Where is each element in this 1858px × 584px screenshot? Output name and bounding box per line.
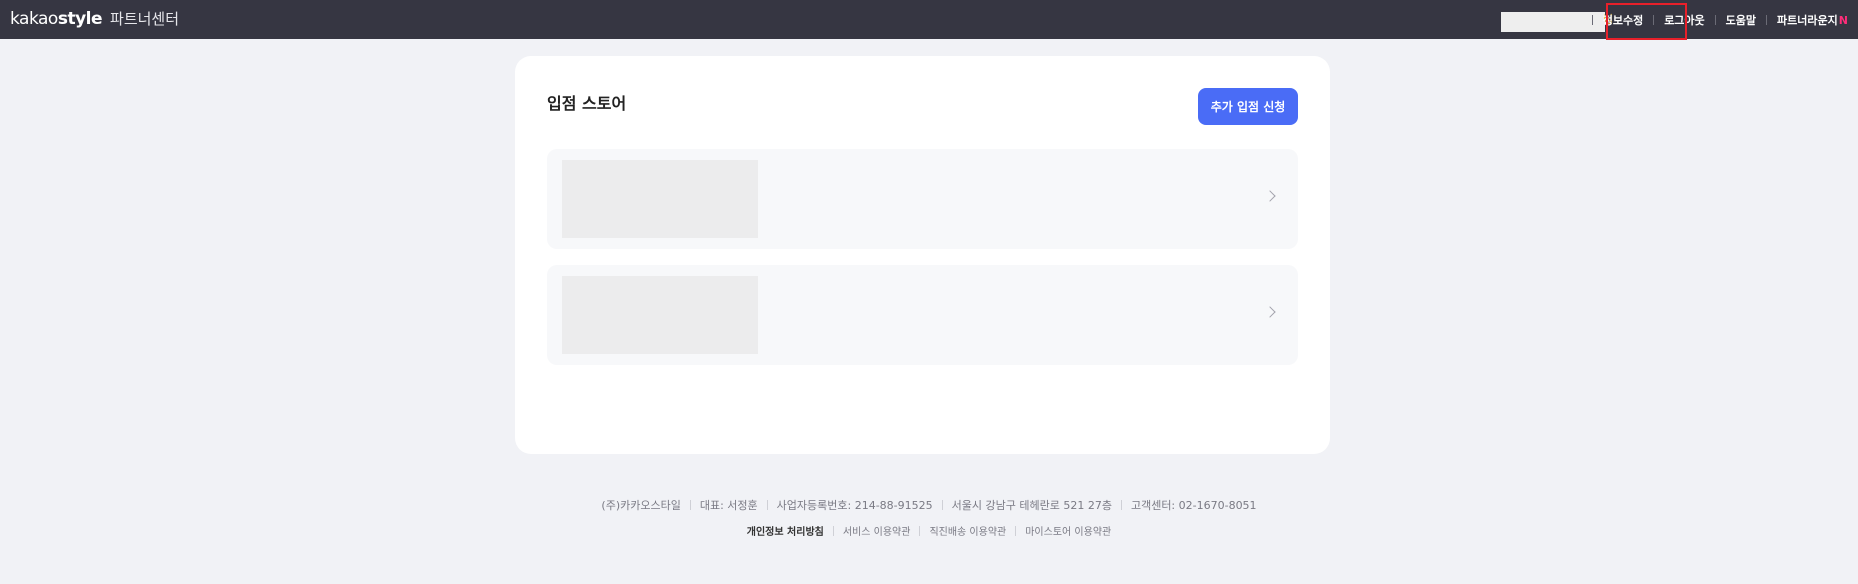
logo-style-text: style — [57, 9, 103, 29]
logo-kakao-text: kakao — [10, 9, 58, 29]
nav-divider — [1766, 14, 1768, 25]
footer-divider — [1015, 525, 1017, 536]
footer-policy-links: 개인정보 처리방침 서비스 이용약관 직진배송 이용약관 마이스토어 이용약관 — [0, 523, 1858, 538]
additional-store-apply-button[interactable]: 추가 입점 신청 — [1198, 88, 1298, 125]
company-name: (주)카카오스타일 — [601, 499, 681, 512]
partner-lounge-label: 파트너라운지 — [1777, 13, 1838, 27]
company-address: 서울시 강남구 테헤란로 521 27층 — [951, 499, 1112, 512]
kakaostyle-partner-center-logo[interactable]: kakao style 파트너센터 — [10, 8, 179, 29]
new-badge: N — [1838, 13, 1848, 27]
customer-center: 고객센터: 02-1670-8051 — [1130, 499, 1257, 512]
nav-divider — [1714, 14, 1716, 25]
edit-info-highlight-box — [1606, 3, 1687, 40]
mystore-terms-link[interactable]: 마이스토어 이용약관 — [1025, 523, 1111, 538]
footer-divider — [941, 500, 943, 510]
store-list-item[interactable] — [547, 149, 1298, 249]
nav-divider — [1591, 14, 1593, 25]
partner-lounge-link[interactable]: 파트너라운지N — [1777, 12, 1848, 28]
ceo-name: 대표: 서정훈 — [699, 499, 758, 512]
privacy-policy-link[interactable]: 개인정보 처리방침 — [747, 523, 824, 538]
company-info: (주)카카오스타일 대표: 서정훈 사업자등록번호: 214-88-91525 … — [0, 497, 1858, 513]
business-number: 사업자등록번호: 214-88-91525 — [776, 499, 933, 512]
footer-divider — [919, 525, 921, 536]
logo-subtitle: 파트너센터 — [110, 10, 180, 28]
store-thumbnail — [562, 276, 758, 354]
footer-divider — [832, 525, 834, 536]
footer-divider — [689, 500, 691, 510]
service-terms-link[interactable]: 서비스 이용약관 — [843, 523, 911, 538]
footer-divider — [1120, 500, 1122, 510]
direct-delivery-terms-link[interactable]: 직진배송 이용약관 — [929, 523, 1006, 538]
top-navigation-bar: kakao style 파트너센터 님 정보수정 로그아웃 도움말 파트너라운지N — [0, 0, 1858, 39]
chevron-right-icon — [1264, 306, 1276, 318]
footer-divider — [766, 500, 768, 510]
page-title: 입점 스토어 — [547, 94, 627, 113]
logo-wordmark: kakao style — [10, 9, 103, 29]
chevron-right-icon — [1264, 190, 1276, 202]
store-thumbnail — [562, 160, 758, 238]
help-link[interactable]: 도움말 — [1726, 12, 1756, 28]
store-list-item[interactable] — [547, 265, 1298, 365]
store-list-card: 입점 스토어 추가 입점 신청 — [515, 56, 1330, 454]
